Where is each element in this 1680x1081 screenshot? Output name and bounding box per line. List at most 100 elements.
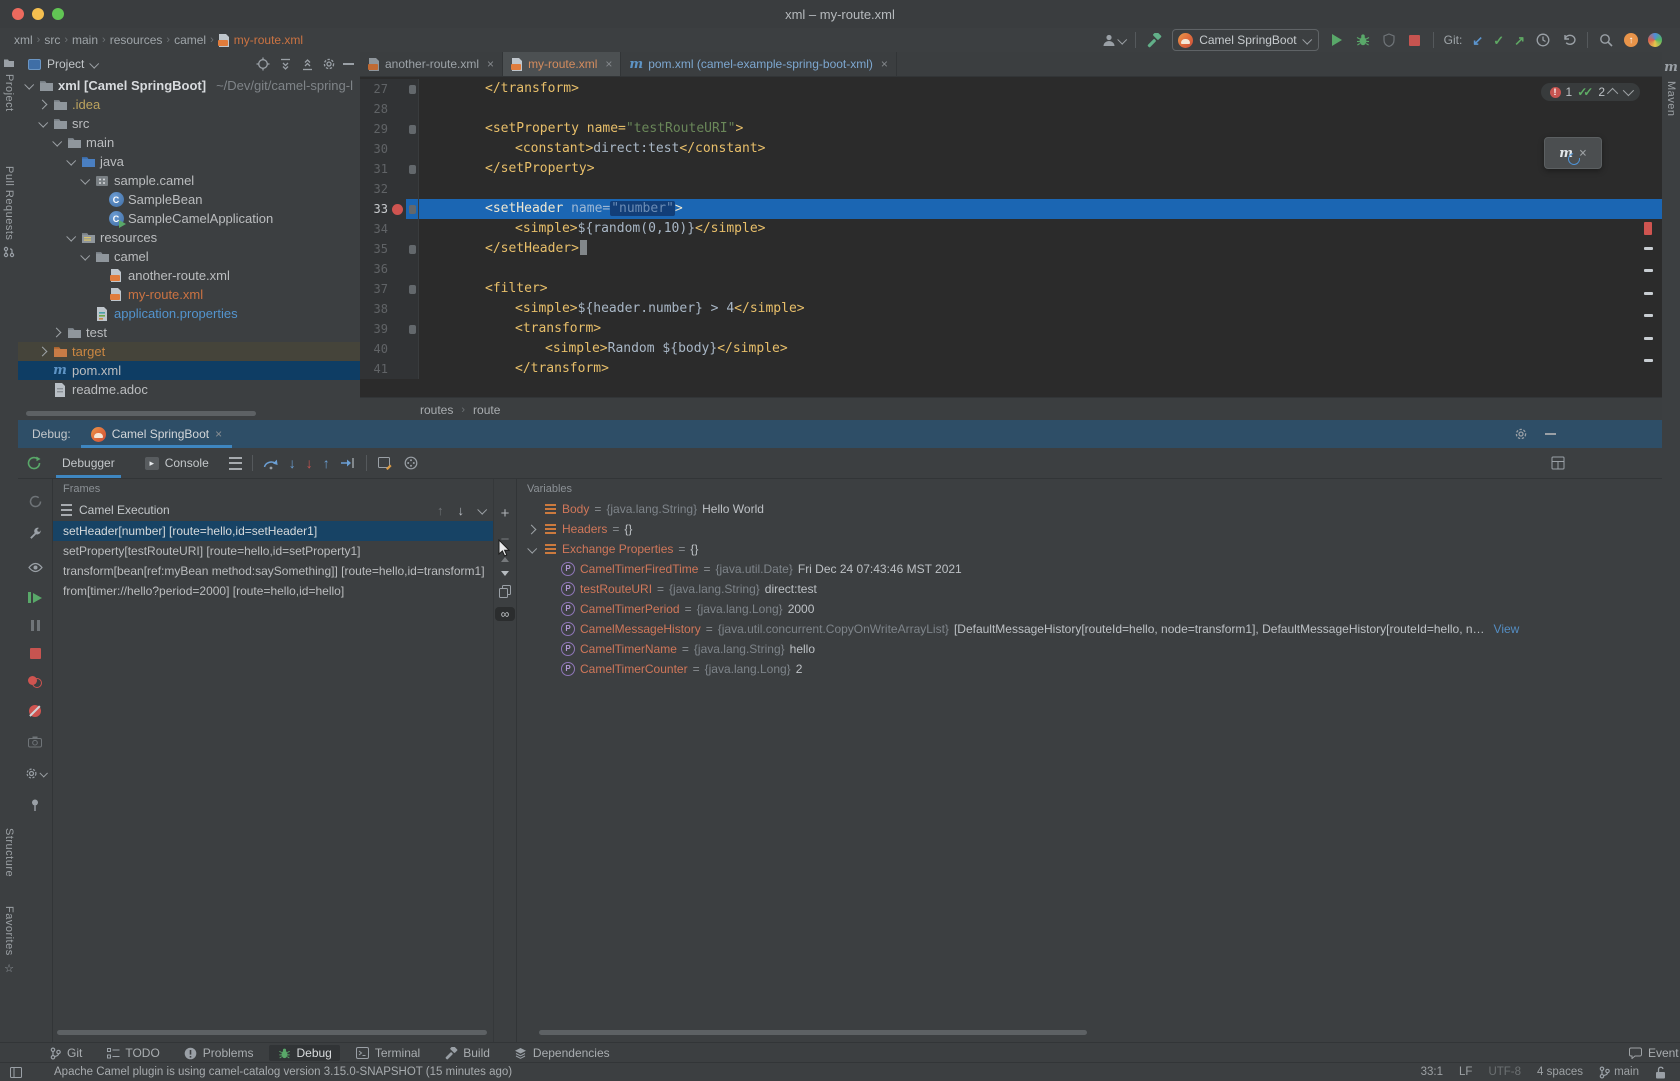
breadcrumb-file[interactable]: my-route.xml [218,33,303,47]
breadcrumb-camel[interactable]: camel [174,33,206,47]
code-text[interactable]: <transform> [419,319,1662,339]
code-text[interactable]: </setHeader> [419,239,1662,259]
history-icon[interactable] [1535,32,1551,48]
tool-stripe-pull-requests[interactable]: Pull Requests [0,160,18,258]
run-to-cursor-icon[interactable] [340,455,356,471]
code-text[interactable] [419,99,1662,119]
fold-gutter[interactable] [406,139,419,159]
tool-stripe-favorites[interactable]: Favorites ☆ [0,900,18,975]
frame-item[interactable]: setProperty[testRouteURI] [route=hello,i… [53,541,493,561]
expand-arrow-icon[interactable] [527,524,537,534]
maven-reload-button[interactable]: m × [1544,137,1602,169]
close-icon[interactable]: × [605,57,612,71]
code-text[interactable]: <simple>${header.number} > 4</simple> [419,299,1662,319]
fold-marker-icon[interactable] [409,325,416,334]
settings-gear-icon[interactable] [321,56,337,72]
code-text[interactable]: </transform> [419,79,1662,99]
tab-another-route[interactable]: another-route.xml× [360,52,503,76]
fold-gutter[interactable] [406,259,419,279]
frame-item[interactable]: transform[bean[ref:myBean method:saySome… [53,561,493,581]
fold-marker-icon[interactable] [409,245,416,254]
code-line-36[interactable]: 36 [360,259,1662,279]
tree-item-src[interactable]: src [18,114,360,133]
code-text[interactable]: </setProperty> [419,159,1662,179]
pin-icon[interactable] [27,797,43,813]
build-hammer-icon[interactable] [1146,32,1162,48]
horizontal-scrollbar[interactable] [57,1030,487,1035]
resume-icon[interactable] [28,592,42,603]
maven-icon[interactable]: m [1664,60,1678,75]
frame-down-icon[interactable]: ↓ [458,504,465,517]
variable-cameltimerperiod[interactable]: PCamelTimerPeriod={java.lang.Long}2000 [517,599,1662,619]
horizontal-scrollbar[interactable] [26,411,256,416]
mute-breakpoints-icon[interactable] [29,705,41,717]
collapse-arrow-icon[interactable] [52,137,62,147]
expand-all-icon[interactable] [277,56,293,72]
gutter[interactable] [388,219,406,239]
fold-gutter[interactable] [406,239,419,259]
tree-item-sample-camel[interactable]: sample.camel [18,171,360,190]
zoom-window-button[interactable] [52,8,64,20]
gutter[interactable] [388,159,406,179]
toolwindow-button-terminal[interactable]: Terminal [348,1045,428,1061]
add-watch-icon[interactable]: + [501,505,510,522]
variable-cameltimercounter[interactable]: PCamelTimerCounter={java.lang.Long}2 [517,659,1662,679]
code-line-31[interactable]: 31</setProperty> [360,159,1662,179]
code-text[interactable] [419,179,1662,199]
step-into-icon[interactable]: ↓ [289,456,296,470]
collapse-arrow-icon[interactable] [24,80,34,90]
code-line-32[interactable]: 32 [360,179,1662,199]
fold-marker-icon[interactable] [409,165,416,174]
frame-up-icon[interactable]: ↑ [437,504,444,517]
push-icon[interactable]: ↗ [1514,34,1525,47]
indent-setting[interactable]: 4 spaces [1537,1066,1583,1078]
tree-item-application-properties[interactable]: application.properties [18,304,360,323]
step-out-icon[interactable]: ↑ [323,456,330,470]
update-project-icon[interactable]: ↙ [1472,34,1483,47]
thread-selector[interactable]: Camel Execution ↑ ↓ [53,499,493,521]
ide-ball-icon[interactable] [1648,33,1662,47]
toolwindow-button-todo[interactable]: TODO [98,1045,167,1061]
menu-icon[interactable] [229,457,242,470]
gutter[interactable] [388,139,406,159]
error-stripe-mark[interactable] [1644,337,1653,340]
code-text[interactable]: <setProperty name="testRouteURI"> [419,119,1662,139]
tree-item-main[interactable]: main [18,133,360,152]
variable-headers[interactable]: Headers={} [517,519,1662,539]
tab-pom[interactable]: m pom.xml (camel-example-spring-boot-xml… [621,52,897,76]
crumb-routes[interactable]: routes [420,403,453,417]
caret-position[interactable]: 33:1 [1421,1066,1443,1078]
error-stripe-mark[interactable] [1644,292,1653,295]
code-line-38[interactable]: 38<simple>${header.number} > 4</simple> [360,299,1662,319]
git-branch-widget[interactable]: main [1599,1066,1639,1079]
collapse-arrow-icon[interactable] [527,543,537,553]
tree-item-samplecamelapplication[interactable]: CSampleCamelApplication [18,209,360,228]
tab-my-route[interactable]: my-route.xml× [503,52,621,76]
code-text[interactable]: <simple>${random(0,10)}</simple> [419,219,1662,239]
code-line-33[interactable]: 33<setHeader name="number"> [360,199,1662,219]
wrench-icon[interactable] [27,526,43,542]
frame-item[interactable]: setHeader[number] [route=hello,id=setHea… [53,521,493,541]
gutter[interactable] [388,319,406,339]
code-line-35[interactable]: 35</setHeader> [360,239,1662,259]
breadcrumb-src[interactable]: src [44,33,60,47]
collapse-arrow-icon[interactable] [80,175,90,185]
tool-window-switcher-icon[interactable] [8,1064,24,1080]
toolwindow-button-problems[interactable]: Problems [176,1045,262,1061]
tab-console[interactable]: ▸ Console [135,448,219,478]
fold-gutter[interactable] [406,279,419,299]
tree-item-pom-xml[interactable]: mpom.xml [18,361,360,380]
expand-arrow-icon[interactable] [51,328,61,338]
code-text[interactable]: <simple>Random ${body}</simple> [419,339,1662,359]
code-line-34[interactable]: 34<simple>${random(0,10)}</simple> [360,219,1662,239]
error-stripe-mark[interactable] [1644,359,1653,362]
settings-gear-icon[interactable] [25,767,46,780]
fold-gutter[interactable] [406,339,419,359]
fold-gutter[interactable] [406,159,419,179]
tool-stripe-maven[interactable]: Maven [1665,75,1677,123]
hide-panel-icon[interactable] [343,63,354,65]
layout-settings-icon[interactable] [1550,455,1566,471]
run-configuration-select[interactable]: Camel SpringBoot [1172,29,1318,51]
minimize-window-button[interactable] [32,8,44,20]
expand-arrow-icon[interactable] [37,100,47,110]
